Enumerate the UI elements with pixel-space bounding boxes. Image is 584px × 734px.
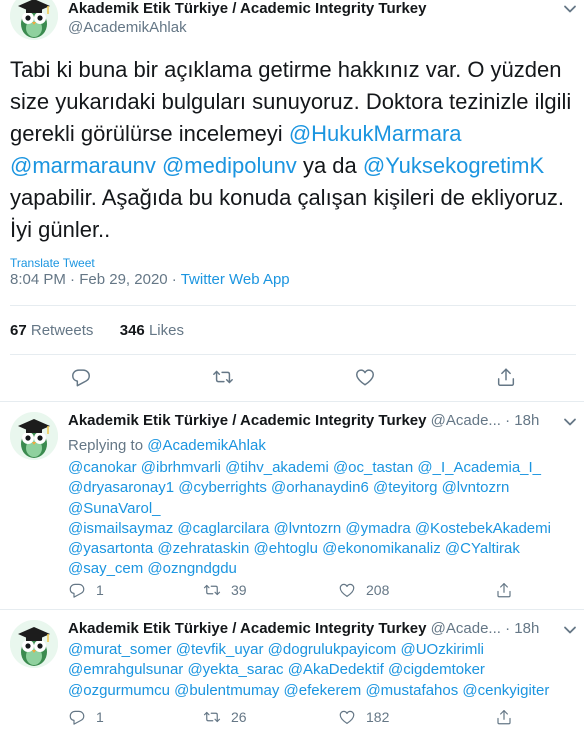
reply-icon[interactable]: [70, 366, 92, 388]
likes-count: 346: [119, 322, 145, 339]
retweets-stat[interactable]: 67 Retweets: [10, 322, 98, 339]
reply-icon: [68, 708, 86, 726]
tweet-age[interactable]: 18h: [514, 412, 539, 429]
reply-tweet[interactable]: Akademik Etik Türkiye / Academic Integri…: [0, 610, 584, 734]
replying-to: Replying to @AcademikAhlak: [68, 436, 576, 456]
reply-action[interactable]: 1: [68, 707, 104, 727]
chevron-down-icon[interactable]: [563, 415, 577, 429]
retweet-icon: [203, 581, 221, 599]
share-icon: [495, 581, 513, 599]
meta-separator: ·: [70, 271, 76, 288]
tweet-time[interactable]: 8:04 PM: [10, 271, 66, 288]
tweet-date[interactable]: Feb 29, 2020: [79, 271, 167, 288]
reply-icon: [68, 581, 86, 599]
owl-avatar-icon[interactable]: [10, 620, 58, 668]
reply-header: Akademik Etik Türkiye / Academic Integri…: [68, 620, 568, 637]
display-name[interactable]: Akademik Etik Türkiye / Academic Integri…: [68, 620, 426, 637]
user-handle[interactable]: @AcademikAhlak: [68, 19, 187, 36]
main-tweet: Akademik Etik Türkiye / Academic Integri…: [0, 0, 584, 402]
chevron-down-icon[interactable]: [563, 623, 577, 637]
like-icon: [338, 708, 356, 726]
display-name[interactable]: Akademik Etik Türkiye / Academic Integri…: [68, 0, 426, 17]
reply-text: @canokar @ibrhmvarli @tihv_akademi @oc_t…: [68, 458, 576, 580]
meta-separator: ·: [171, 271, 177, 288]
mention-link[interactable]: @medipolunv: [162, 153, 297, 178]
mention-link[interactable]: @marmaraunv: [10, 153, 156, 178]
likes-stat[interactable]: 346 Likes: [120, 322, 184, 339]
like-count: 182: [366, 709, 390, 725]
owl-avatar-icon[interactable]: [10, 0, 58, 40]
mention-line[interactable]: @SunaVarol_: [68, 499, 576, 519]
reply-header: Akademik Etik Türkiye / Academic Integri…: [68, 412, 568, 429]
reply-count: 1: [96, 582, 104, 598]
share-action[interactable]: [495, 580, 523, 600]
like-action[interactable]: 208: [338, 580, 389, 600]
retweets-count: 67: [10, 322, 27, 339]
like-action[interactable]: 182: [338, 707, 389, 727]
tweet-meta: 8:04 PM · Feb 29, 2020 · Twitter Web App: [10, 271, 290, 288]
mention-line[interactable]: @dryasaronay1 @cyberrights @orhanaydin6 …: [68, 478, 576, 498]
share-icon: [495, 708, 513, 726]
tweet-text: Tabi ki buna bir açıklama getirme hakkın…: [10, 54, 576, 246]
tweet-text-part: ya da: [302, 153, 357, 178]
like-count: 208: [366, 582, 390, 598]
retweet-icon: [203, 708, 221, 726]
tweet-actions: [0, 366, 584, 390]
user-handle[interactable]: @Acade...: [431, 620, 501, 637]
reply-tweet[interactable]: Akademik Etik Türkiye / Academic Integri…: [0, 402, 584, 610]
retweet-action[interactable]: 39: [203, 580, 247, 600]
mention-line[interactable]: @ozgurmumcu @bulentmumay @efekerem @must…: [68, 681, 576, 701]
tweet-source-link[interactable]: Twitter Web App: [181, 271, 290, 288]
mention-line[interactable]: @yasartonta @zehrataskin @ehtoglu @ekono…: [68, 539, 576, 559]
mention-line[interactable]: @murat_somer @tevfik_uyar @dogrulukpayic…: [68, 640, 576, 660]
mention-line[interactable]: @canokar @ibrhmvarli @tihv_akademi @oc_t…: [68, 458, 576, 478]
mention-link[interactable]: @YuksekogretimK: [363, 153, 544, 178]
mention-line[interactable]: @say_cem @ozngndgdu: [68, 559, 576, 579]
retweet-count: 39: [231, 582, 247, 598]
mention-line[interactable]: @ismailsaymaz @caglarcilara @lvntozrn @y…: [68, 519, 576, 539]
mention-link[interactable]: @AcademikAhlak: [147, 437, 266, 454]
tweet-age[interactable]: 18h: [514, 620, 539, 637]
share-action[interactable]: [495, 707, 523, 727]
reply-count: 1: [96, 709, 104, 725]
likes-label: Likes: [148, 322, 184, 339]
share-icon[interactable]: [495, 366, 517, 388]
reply-actions: 1 39 208: [68, 580, 568, 600]
reply-action[interactable]: 1: [68, 580, 104, 600]
translate-tweet-link[interactable]: Translate Tweet: [10, 256, 95, 270]
retweet-action[interactable]: 26: [203, 707, 247, 727]
user-handle[interactable]: @Acade...: [431, 412, 501, 429]
like-icon[interactable]: [354, 366, 376, 388]
tweet-text-part: yapabilir. Aşağıda bu konuda çalışan kiş…: [10, 185, 564, 242]
chevron-down-icon[interactable]: [563, 2, 577, 16]
retweets-label: Retweets: [30, 322, 94, 339]
retweet-count: 26: [231, 709, 247, 725]
display-name[interactable]: Akademik Etik Türkiye / Academic Integri…: [68, 412, 426, 429]
tweet-stats: 67 Retweets 346 Likes: [10, 322, 184, 339]
mention-link[interactable]: @HukukMarmara: [289, 121, 462, 146]
mention-line[interactable]: @emrahgulsunar @yekta_sarac @AkaDedektif…: [68, 660, 576, 680]
meta-separator: ·: [505, 620, 511, 637]
reply-text: @murat_somer @tevfik_uyar @dogrulukpayic…: [68, 640, 576, 701]
owl-avatar-icon[interactable]: [10, 412, 58, 460]
reply-actions: 1 26 182: [68, 707, 568, 727]
retweet-icon[interactable]: [212, 366, 234, 388]
divider: [10, 354, 576, 355]
divider: [10, 305, 576, 306]
like-icon: [338, 581, 356, 599]
meta-separator: ·: [505, 412, 511, 429]
replying-to-label: Replying to: [68, 437, 144, 454]
